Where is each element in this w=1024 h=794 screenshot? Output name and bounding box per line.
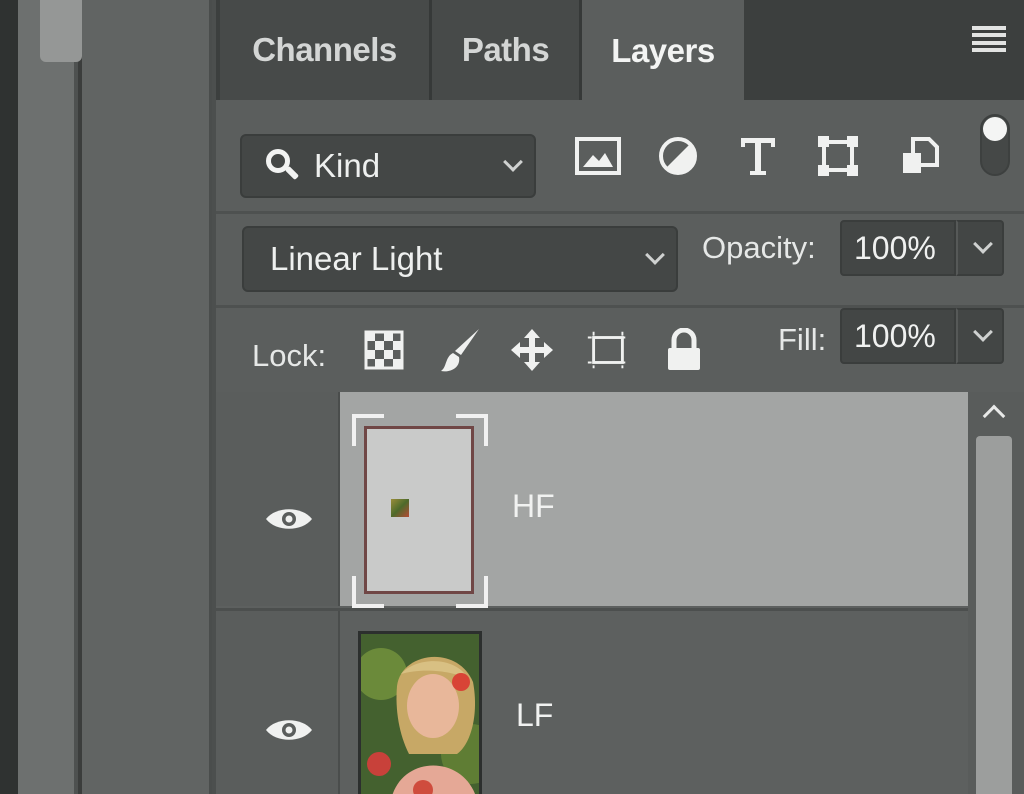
lock-label: Lock:	[252, 338, 327, 373]
opacity-field[interactable]: 100%	[840, 220, 956, 276]
panel-gutter	[82, 0, 212, 794]
tab-paths[interactable]: Paths	[432, 0, 582, 100]
lock-transparent-pixels-icon[interactable]	[360, 326, 408, 374]
tab-label: Channels	[252, 31, 397, 68]
lock-artboard-icon[interactable]	[584, 326, 632, 374]
tab-channels[interactable]: Channels	[220, 0, 432, 100]
screen-edge	[0, 0, 18, 794]
fill-label: Fill:	[778, 322, 827, 357]
opacity-slider-button[interactable]	[956, 220, 1004, 276]
lock-position-icon[interactable]	[508, 326, 556, 374]
adjustment-filter-icon[interactable]	[654, 132, 702, 180]
layer-filter-row: Kind	[216, 102, 1024, 214]
lock-row: Lock: Fill: 100%	[216, 308, 1024, 392]
chevron-down-icon	[973, 322, 993, 342]
lock-image-pixels-icon[interactable]	[438, 326, 486, 374]
fill-field[interactable]: 100%	[840, 308, 956, 364]
chevron-down-icon	[645, 245, 665, 265]
eye-icon	[266, 509, 312, 529]
layers-list: HF LF	[216, 392, 1024, 794]
lf-thumbnail-image[interactable]	[358, 631, 482, 794]
blend-mode-value: Linear Light	[270, 240, 443, 277]
shape-filter-icon[interactable]	[814, 132, 862, 180]
chevron-down-icon	[503, 152, 523, 172]
blend-mode-row: Linear Light Opacity: 100%	[216, 214, 1024, 308]
panel-tab-bar: Channels Paths Layers	[216, 0, 1024, 102]
filter-toggle-switch[interactable]	[980, 114, 1010, 176]
lock-all-icon[interactable]	[660, 326, 708, 374]
visibility-toggle[interactable]	[216, 392, 340, 606]
type-filter-icon[interactable]	[734, 132, 782, 180]
opacity-label: Opacity:	[702, 230, 816, 265]
layer-name[interactable]: HF	[512, 488, 555, 525]
layer-row-hf[interactable]: HF	[216, 392, 968, 608]
chevron-down-icon	[973, 234, 993, 254]
blend-mode-dropdown[interactable]: Linear Light	[242, 226, 678, 292]
tab-label: Layers	[611, 32, 715, 69]
hf-thumbnail-image	[364, 426, 474, 594]
opacity-value: 100%	[854, 229, 936, 266]
filter-kind-label: Kind	[314, 147, 381, 184]
visibility-toggle[interactable]	[216, 611, 340, 794]
fill-value: 100%	[854, 317, 936, 354]
fill-slider-button[interactable]	[956, 308, 1004, 364]
toggle-knob	[983, 117, 1007, 141]
layer-name[interactable]: LF	[516, 697, 553, 734]
layers-panel: Channels Paths Layers Kind Linear Light …	[212, 0, 1024, 794]
tab-label: Paths	[461, 31, 550, 68]
smart-object-filter-icon[interactable]	[896, 132, 944, 180]
eye-icon	[266, 720, 312, 740]
scroll-up-icon[interactable]	[982, 404, 1006, 428]
layer-thumbnail[interactable]	[352, 414, 488, 608]
left-toolbar-strip	[18, 0, 82, 794]
panel-menu-icon[interactable]	[972, 26, 1006, 52]
search-icon	[266, 149, 300, 183]
layers-scrollbar[interactable]	[968, 392, 1024, 794]
image-filter-icon[interactable]	[574, 132, 622, 180]
left-scroll-thumb[interactable]	[40, 0, 82, 62]
filter-kind-dropdown[interactable]: Kind	[240, 134, 536, 198]
tab-layers[interactable]: Layers	[582, 0, 744, 102]
scrollbar-thumb[interactable]	[976, 436, 1012, 794]
layer-row-lf[interactable]: LF	[216, 608, 968, 794]
